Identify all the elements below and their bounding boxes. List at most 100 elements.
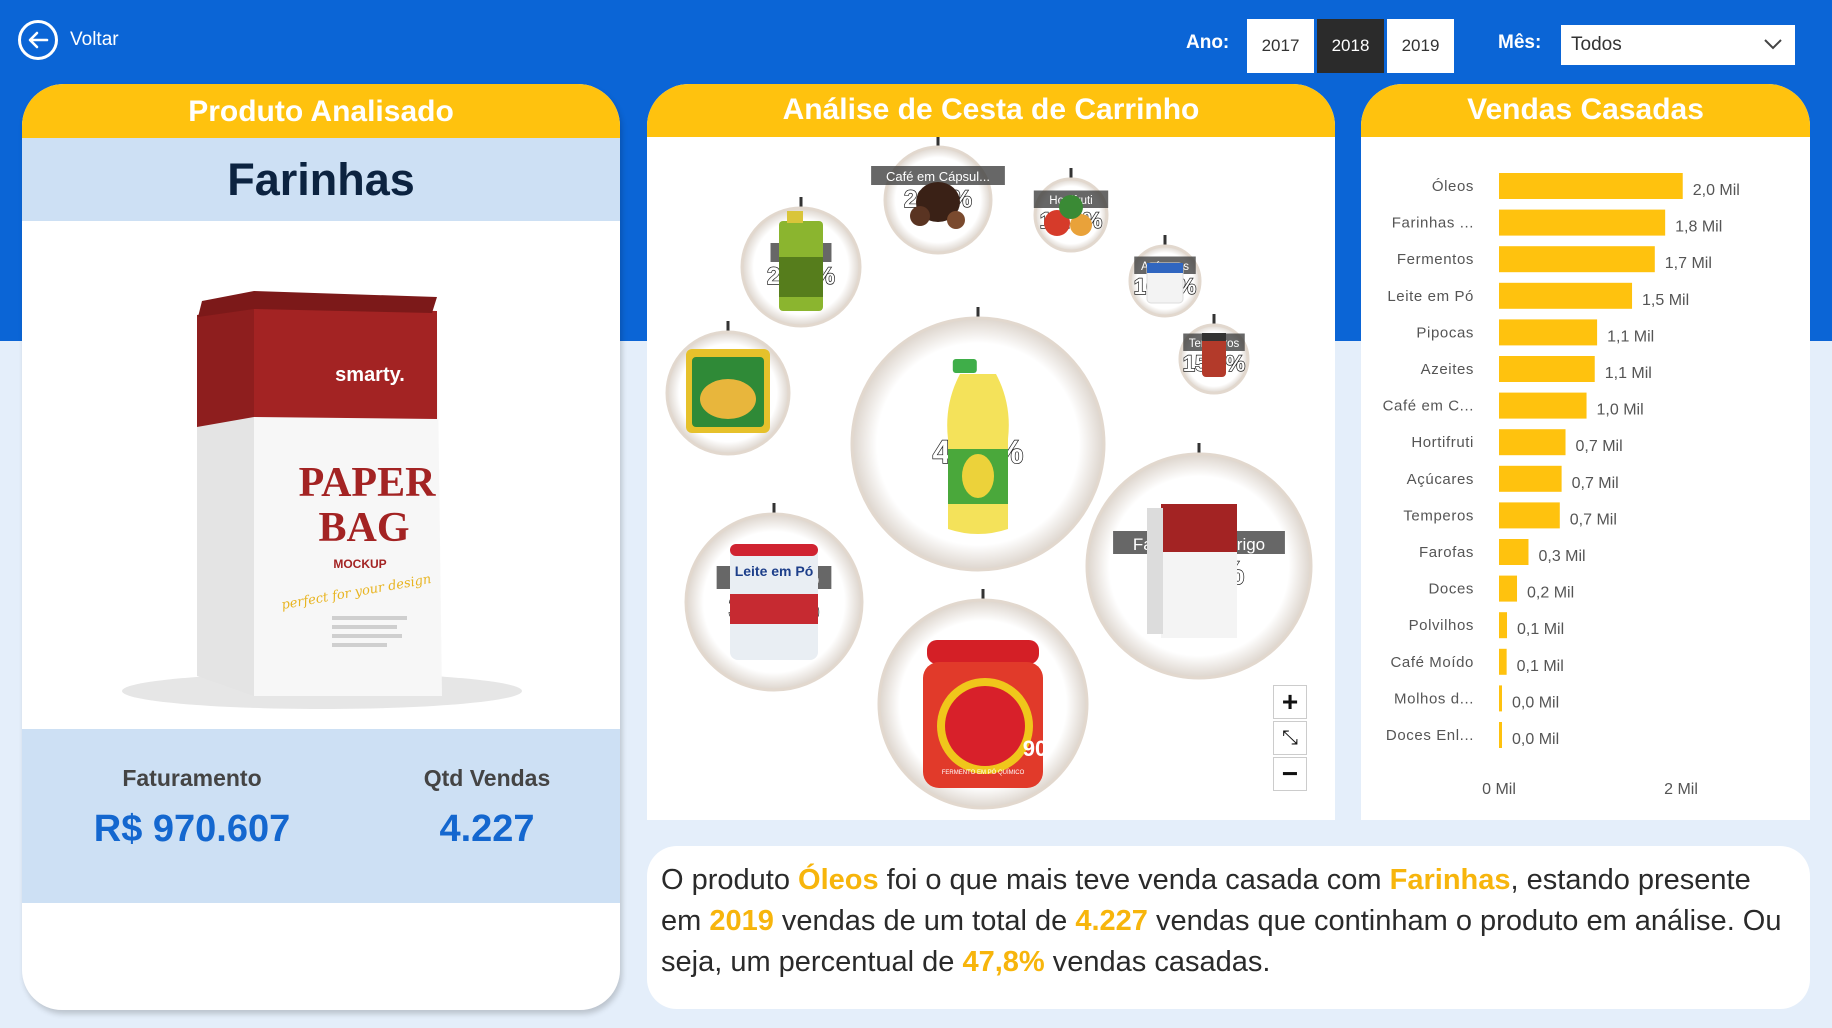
sugar-icon <box>1146 262 1184 304</box>
x-tick-label: 0 Mil <box>1482 781 1516 798</box>
svg-text:Leite em Pó: Leite em Pó <box>735 563 814 579</box>
kpi-qtd-vendas-value: 4.227 <box>439 808 535 850</box>
minus-icon: − <box>1281 758 1299 789</box>
arrow-left-icon <box>18 20 58 60</box>
bar[interactable] <box>1499 502 1560 529</box>
basket-card-title: Análise de Cesta de Carrinho <box>647 84 1335 137</box>
bar-data-label: 0,1 Mil <box>1517 621 1564 638</box>
svg-text:MOCKUP: MOCKUP <box>333 557 386 571</box>
bar-data-label: 0,2 Mil <box>1527 585 1574 602</box>
bar-category-label: Leite em Pó <box>1387 288 1474 305</box>
bar[interactable] <box>1499 246 1655 273</box>
bar[interactable] <box>1499 429 1566 456</box>
bubble-chart: Café em Cápsul...22.7%Hortifruti17.3%Aze… <box>665 136 1313 810</box>
bar[interactable] <box>1499 722 1502 748</box>
bar-category-label: Molhos d... <box>1394 690 1474 707</box>
bar-category-label: Óleos <box>1432 178 1474 195</box>
bar-category-label: Doces Enl... <box>1386 727 1474 744</box>
bar[interactable] <box>1499 356 1595 382</box>
svg-text:BAG: BAG <box>318 505 409 551</box>
yeast-jar-icon: 90 FERMENTO EM PÓ QUÍMICO <box>923 640 1047 788</box>
svg-text:90: 90 <box>1023 736 1047 761</box>
summary-text-part: O produto <box>661 864 799 896</box>
flour-bag-icon: smarty. PAPER BAG MOCKUP perfect for you… <box>122 291 522 709</box>
bar-chart: Óleos 2,0 Mil Farinhas ... 1,8 Mil Fermentos… <box>1383 173 1740 798</box>
zoom-fit-button[interactable]: ⤡ <box>1273 721 1307 755</box>
svg-text:PAPER: PAPER <box>299 460 437 506</box>
olive-oil-icon <box>779 211 823 311</box>
kpi-qtd-vendas: Qtd Vendas 4.227 <box>357 765 617 851</box>
bar[interactable] <box>1499 539 1529 565</box>
x-tick-label: 2 Mil <box>1664 781 1698 798</box>
back-button[interactable]: Voltar <box>18 20 119 60</box>
bar-category-label: Fermentos <box>1397 251 1474 268</box>
bar-data-label: 0,1 Mil <box>1517 658 1564 675</box>
bar-category-label: Temperos <box>1403 507 1474 524</box>
bar-data-label: 0,0 Mil <box>1512 694 1559 711</box>
kpi-faturamento: Faturamento R$ 970.607 <box>62 765 322 851</box>
bar-data-label: 0,3 Mil <box>1538 548 1585 565</box>
chevron-down-icon <box>1763 34 1783 56</box>
summary-highlight-percent: 47,8% <box>962 946 1045 978</box>
bar-category-label: Doces <box>1428 581 1474 598</box>
bar-category-label: Açúcares <box>1407 471 1474 488</box>
bar-category-label: Polvilhos <box>1409 617 1474 634</box>
bar[interactable] <box>1499 685 1502 712</box>
bar[interactable] <box>1499 648 1507 675</box>
bar-data-label: 0,7 Mil <box>1576 438 1623 455</box>
svg-text:smarty.: smarty. <box>335 364 405 386</box>
bar-data-label: 1,7 Mil <box>1665 255 1712 272</box>
plus-icon: + <box>1281 686 1299 717</box>
bar-category-label: Farofas <box>1419 544 1474 561</box>
bar-category-label: Pipocas <box>1416 324 1474 341</box>
flour-bag-icon <box>1147 504 1237 638</box>
kpi-faturamento-value: R$ 970.607 <box>93 808 291 850</box>
sales-card: Vendas Casadas Óleos 2,0 Mil Farinhas ... 1… <box>1361 84 1810 820</box>
month-filter-label: Mês: <box>1498 32 1542 53</box>
bar-data-label: 0,7 Mil <box>1572 475 1619 492</box>
zoom-in-button[interactable]: + <box>1273 685 1307 719</box>
summary-highlight-count: 2019 <box>709 905 774 937</box>
bar[interactable] <box>1499 282 1633 309</box>
svg-text:FERMENTO EM PÓ QUÍMICO: FERMENTO EM PÓ QUÍMICO <box>942 769 1025 776</box>
summary-text: O produto Óleos foi o que mais teve vend… <box>647 846 1810 1009</box>
bar[interactable] <box>1499 319 1598 346</box>
summary-highlight-analyzed: Farinhas <box>1389 864 1511 896</box>
collapse-icon: ⤡ <box>1282 727 1298 749</box>
product-image: smarty. PAPER BAG MOCKUP perfect for you… <box>22 221 620 729</box>
year-button-2017[interactable]: 2017 <box>1247 19 1314 73</box>
bubble-label: Café em Cápsul... <box>886 169 990 184</box>
bar-data-label: 1,0 Mil <box>1597 402 1644 419</box>
bar-data-label: 1,8 Mil <box>1675 219 1722 236</box>
product-card: Produto Analisado Farinhas smarty. PAPER… <box>22 84 620 1010</box>
bar-data-label: 0,0 Mil <box>1512 731 1559 748</box>
kpi-section: Faturamento R$ 970.607 Qtd Vendas 4.227 <box>22 729 620 903</box>
bar-data-label: 1,1 Mil <box>1607 328 1654 345</box>
year-filter-label: Ano: <box>1186 32 1230 53</box>
spice-jar-icon <box>1202 333 1226 377</box>
summary-text-part: foi o que mais teve venda casada com <box>878 864 1390 896</box>
bar[interactable] <box>1499 173 1683 199</box>
bar-data-label: 2,0 Mil <box>1693 182 1740 199</box>
oil-bottle-icon <box>947 359 1009 534</box>
bar-data-label: 0,7 Mil <box>1570 511 1617 528</box>
summary-highlight-total: 4.227 <box>1075 905 1148 937</box>
zoom-out-button[interactable]: − <box>1273 757 1307 791</box>
summary-text-part: vendas de um total de <box>773 905 1076 937</box>
bar[interactable] <box>1499 209 1666 236</box>
summary-text-part: vendas casadas. <box>1044 946 1271 978</box>
year-button-2019[interactable]: 2019 <box>1387 19 1454 73</box>
year-button-2018[interactable]: 2018 <box>1317 19 1384 73</box>
back-label: Voltar <box>70 29 119 50</box>
bar[interactable] <box>1499 465 1562 492</box>
bar-category-label: Café Moído <box>1390 654 1474 671</box>
bar-data-label: 1,1 Mil <box>1605 365 1652 382</box>
summary-highlight-product: Óleos <box>798 864 879 896</box>
product-name: Farinhas <box>22 138 620 221</box>
bar-category-label: Farinhas ... <box>1392 215 1474 232</box>
month-dropdown[interactable]: Todos <box>1561 25 1795 65</box>
bar[interactable] <box>1499 612 1508 639</box>
bar[interactable] <box>1499 392 1587 419</box>
kpi-faturamento-label: Faturamento <box>122 765 262 791</box>
bar[interactable] <box>1499 575 1518 602</box>
